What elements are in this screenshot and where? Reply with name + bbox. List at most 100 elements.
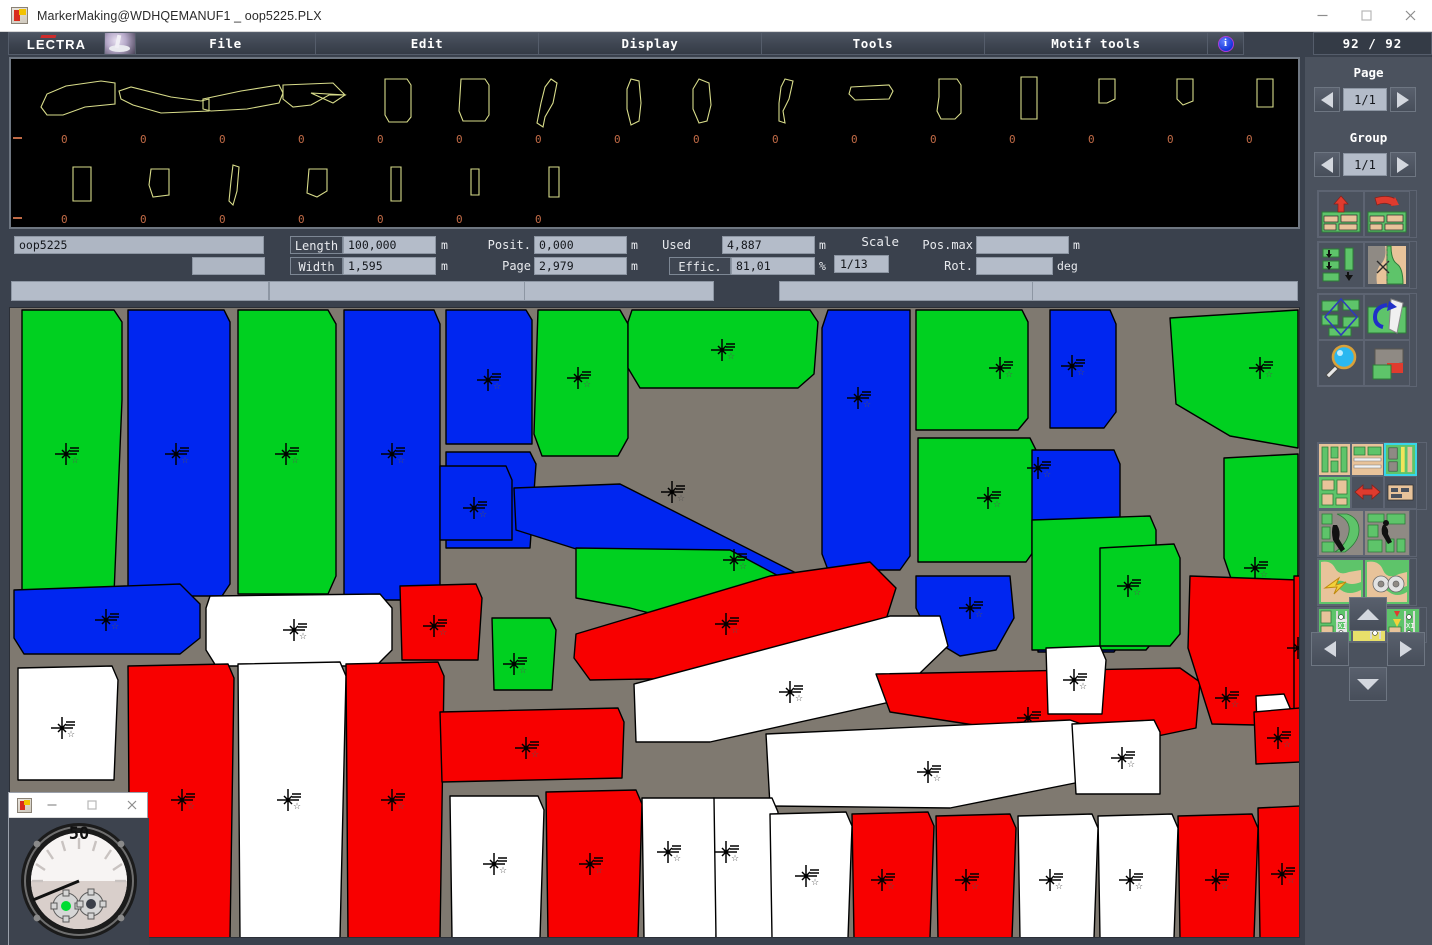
block-fill-tool[interactable]	[1318, 476, 1351, 509]
marker-piece[interactable]: ☆	[445, 309, 533, 445]
marker-piece[interactable]: ☆	[769, 811, 853, 938]
marker-piece[interactable]: ☆	[439, 465, 513, 541]
marker-piece[interactable]: ☆	[17, 665, 119, 781]
menu-motif-tools[interactable]: Motif tools	[984, 32, 1207, 55]
menu-file[interactable]: File	[135, 32, 315, 55]
scale-label: Scale	[861, 234, 899, 249]
buffer-piece-tool[interactable]	[1364, 340, 1410, 386]
piece-preview-panel[interactable]: 0 0 0 0 0 0 0 0 0 0 0 0 0 0 0 0 0 0 0 0	[9, 57, 1300, 229]
marker-piece[interactable]: ☆	[1045, 645, 1107, 715]
stripe-match-tool[interactable]	[1384, 443, 1417, 476]
auto-nest-tool[interactable]	[1364, 510, 1410, 556]
marker-piece[interactable]: ☆	[439, 707, 625, 783]
marker-piece[interactable]: ☆	[399, 583, 483, 661]
posmax-field[interactable]	[976, 236, 1069, 254]
marker-piece[interactable]: ☆	[237, 309, 337, 595]
posit-field[interactable]: 0,000	[534, 236, 627, 254]
status-segment-3[interactable]	[524, 281, 714, 301]
marker-piece[interactable]: ☆	[641, 797, 721, 938]
status-segment-1[interactable]	[11, 281, 269, 301]
marker-piece[interactable]: ☆	[935, 813, 1017, 938]
swap-horizontal-tool[interactable]	[1351, 476, 1384, 509]
tool-group-arrange	[1317, 241, 1417, 289]
marker-piece[interactable]: ☆	[449, 795, 545, 938]
group-next-button[interactable]	[1390, 152, 1416, 177]
page-value[interactable]: 1/1	[1343, 88, 1387, 111]
marker-piece[interactable]: ☆	[205, 593, 393, 667]
pan-down-button[interactable]	[1349, 667, 1387, 701]
status-segment-5[interactable]	[1032, 281, 1298, 301]
remove-piece-tool[interactable]	[1364, 242, 1410, 288]
zoom-magnifier-tool[interactable]	[1318, 340, 1364, 386]
marker-piece[interactable]: ☆	[345, 661, 445, 938]
marker-piece[interactable]: ☆	[1017, 813, 1099, 938]
marker-piece[interactable]: ☆	[1257, 805, 1300, 938]
marker-piece[interactable]: ☆	[21, 309, 123, 595]
align-columns-tool[interactable]	[1318, 443, 1351, 476]
marker-piece[interactable]: ☆	[1049, 309, 1117, 429]
place-piece-up-tool[interactable]	[1318, 191, 1364, 237]
gauge-minimize-button[interactable]	[32, 793, 72, 818]
rotate-piece-tool[interactable]	[1318, 294, 1364, 340]
info-button[interactable]: i	[1207, 32, 1244, 55]
marker-piece[interactable]: ☆	[533, 309, 629, 457]
flip-piece-tool[interactable]	[1364, 191, 1410, 237]
group-value[interactable]: 1/1	[1343, 153, 1387, 176]
marker-piece[interactable]: ☆	[915, 309, 1029, 431]
menu-display[interactable]: Display	[538, 32, 761, 55]
length-field[interactable]: 100,000	[343, 236, 436, 254]
effic-field[interactable]: 81,01	[731, 257, 815, 275]
stack-pieces-down-tool[interactable]	[1318, 242, 1364, 288]
marker-piece[interactable]: ☆	[1071, 719, 1161, 795]
page-field[interactable]: 2,979	[534, 257, 627, 275]
pan-left-button[interactable]	[1311, 632, 1349, 666]
marker-piece[interactable]: ☆	[1253, 707, 1300, 765]
status-segment-2[interactable]	[269, 281, 525, 301]
piece-star-mark: ☆	[67, 730, 75, 740]
minimize-button[interactable]	[1300, 0, 1344, 32]
status-segment-4[interactable]	[779, 281, 1033, 301]
marker-piece[interactable]: ☆	[1097, 813, 1179, 938]
small-pieces-tool[interactable]	[1384, 476, 1417, 509]
close-button[interactable]	[1388, 0, 1432, 32]
marker-piece[interactable]: ☆	[545, 789, 643, 938]
marker-piece[interactable]: ☆	[127, 309, 231, 597]
maximize-button[interactable]	[1344, 0, 1388, 32]
width-field[interactable]: 1,595	[343, 257, 436, 275]
menu-tools[interactable]: Tools	[761, 32, 984, 55]
marker-piece[interactable]: ☆	[627, 309, 819, 389]
mirror-piece-tool[interactable]	[1364, 294, 1410, 340]
marker-piece[interactable]: ☆	[1099, 543, 1181, 647]
page-prev-button[interactable]	[1314, 87, 1340, 112]
marker-name-field-2[interactable]	[192, 257, 265, 275]
marker-canvas[interactable]: ☆ ☆ ☆ ☆ ☆ ☆ ☆ ☆ ☆ ☆ ☆ ☆ ☆ ☆ ☆ ☆ ☆ ☆ ☆ ☆ ☆ ☆ ☆ ☆ ☆ ☆ ☆ ☆ ☆ ☆ ☆ ☆ ☆ ☆ ☆ ☆ ☆ ☆ ☆ ☆…	[9, 307, 1300, 938]
gauge-maximize-button[interactable]	[72, 793, 112, 818]
marker-piece[interactable]: ☆	[13, 583, 201, 655]
scale-field[interactable]: 1/13	[834, 255, 889, 273]
marker-piece[interactable]: ☆	[491, 617, 557, 691]
manual-nest-tool[interactable]	[1318, 510, 1364, 556]
rot-field[interactable]	[976, 257, 1053, 275]
page-spinner: 1/1	[1314, 87, 1416, 112]
info-icon: i	[1217, 35, 1234, 52]
marker-piece[interactable]: ☆	[1177, 813, 1259, 938]
marker-layout[interactable]: ☆ ☆ ☆ ☆ ☆ ☆ ☆ ☆ ☆ ☆ ☆ ☆ ☆ ☆ ☆ ☆ ☆ ☆ ☆ ☆ ☆ ☆ ☆ ☆ ☆ ☆ ☆ ☆ ☆ ☆ ☆ ☆ ☆ ☆ ☆ ☆ ☆ ☆ ☆ ☆…	[10, 308, 1300, 938]
marker-piece[interactable]: ☆	[821, 309, 911, 571]
gauge-window[interactable]: 50	[8, 792, 149, 945]
align-rows-tool[interactable]	[1351, 443, 1384, 476]
marker-piece[interactable]: ☆	[713, 797, 779, 938]
pan-right-button[interactable]	[1387, 632, 1425, 666]
page-next-button[interactable]	[1390, 87, 1416, 112]
group-prev-button[interactable]	[1314, 152, 1340, 177]
gauge-close-button[interactable]	[112, 793, 152, 818]
pan-up-button[interactable]	[1349, 597, 1387, 631]
marker-name-field[interactable]: oop5225	[14, 236, 264, 254]
marker-piece[interactable]: ☆	[237, 661, 347, 938]
menu-edit[interactable]: Edit	[315, 32, 538, 55]
marker-piece[interactable]: ☆	[851, 811, 935, 938]
used-field[interactable]: 4,887	[722, 236, 815, 254]
piece-star-mark: ☆	[1231, 700, 1239, 710]
marker-piece[interactable]: ☆	[917, 437, 1037, 563]
marker-piece[interactable]: ☆	[343, 309, 441, 601]
app-module-icon[interactable]	[104, 32, 135, 55]
